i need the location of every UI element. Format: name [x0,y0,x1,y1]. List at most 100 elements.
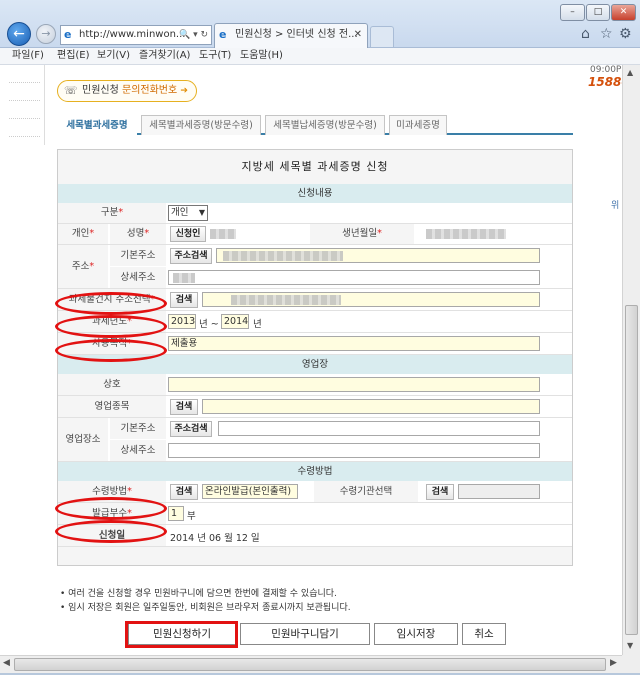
arrow-right-icon: ➔ [180,86,188,96]
notice-item: • 여러 건을 신청할 경우 민원바구니에 담으면 한번에 결제할 수 있습니다… [60,589,337,599]
receive-method-input[interactable]: 온라인발급(본인출력) [202,484,298,499]
receive-office-search-button[interactable]: 검색 [426,484,454,500]
cancel-button[interactable]: 취소 [462,623,506,645]
scroll-up-icon[interactable]: ▲ [627,68,633,77]
favorites-star-icon[interactable]: ☆ [600,26,613,42]
forward-button[interactable]: → [36,24,56,44]
detail-address-label: 상세주소 [110,267,166,288]
notice-item: • 임시 저장은 회원은 일주일동안, 비회원은 브라우저 종료시까지 보관됩니… [60,603,351,613]
row-tax-object: 과세물건지 주소선택* 검색 [58,289,572,311]
basic-address-label: 기본주소 [110,245,166,266]
year-suffix: 년 [253,319,262,330]
menu-favorites[interactable]: 즐겨찾기(A) [139,48,190,64]
business-address-search-button[interactable]: 주소검색 [170,421,212,437]
close-window-button[interactable]: ✕ [611,4,636,21]
row-business-name: 상호 [58,374,572,396]
tax-object-label: 과세물건지 주소선택* [58,289,166,310]
business-basic-address-input[interactable] [218,421,540,436]
back-button[interactable]: ← [7,22,31,46]
applicant-button[interactable]: 신청인 [170,226,206,242]
row-business-place: 영업장소 기본주소 주소검색 상세주소 [58,418,572,462]
receive-method-search-button[interactable]: 검색 [170,484,198,500]
basic-address-input[interactable] [216,248,540,263]
tab-tax-cert[interactable]: 세목별과세증명 [57,115,137,135]
menu-bar: 파일(F) 편집(E) 보기(V) 즐겨찾기(A) 도구(T) 도움말(H) [0,48,640,65]
notice-list: • 여러 건을 신청할 경우 민원바구니에 담으면 한번에 결제할 수 있습니다… [60,587,576,615]
receive-office-input[interactable] [458,484,540,499]
copies-label: 발급부수* [58,503,166,524]
tax-year-label: 과세년도* [58,311,166,332]
category-select[interactable]: 개인 ▼ [168,205,208,221]
year-to-input[interactable]: 2014 [221,314,249,329]
callcenter-banner[interactable]: ☏ 민원신청 문의전화번호 ➔ [57,80,197,102]
tax-object-search-button[interactable]: 검색 [170,292,198,308]
business-type-search-button[interactable]: 검색 [170,399,198,415]
menu-tools[interactable]: 도구(T) [199,48,231,64]
maximize-button[interactable]: □ [586,4,610,21]
forward-arrow-icon: → [41,27,51,40]
row-business-type: 영업종목 검색 [58,396,572,418]
phone-icon: ☏ [64,84,78,97]
business-name-input[interactable] [168,377,540,392]
address-search-button[interactable]: 주소검색 [170,248,212,264]
new-tab-button[interactable] [370,26,394,47]
application-form: 지방세 세목별 과세증명 신청 신청내용 구분* 개인 ▼ 개인* 성명* 신청인… [57,149,573,566]
year-separator: 년 ~ [199,319,219,330]
scroll-down-icon[interactable]: ▼ [627,641,633,650]
birthdate-value-redacted [426,229,506,239]
menu-edit[interactable]: 편집(E) [57,48,90,64]
business-name-label: 상호 [58,374,166,395]
copies-suffix: 부 [187,511,196,522]
annotation-box-apply [125,621,238,648]
purpose-label: 사용목적* [58,333,166,354]
tab-tax-cert-visit[interactable]: 세목별과세증명(방문수령) [141,115,261,135]
scrollbar-corner [622,655,640,675]
minimize-button[interactable]: – [560,4,585,21]
menu-help[interactable]: 도움말(H) [240,48,283,64]
vertical-scroll-thumb[interactable] [625,305,638,635]
business-type-input[interactable] [202,399,540,414]
horizontal-scrollbar[interactable]: ◀ ▶ [0,655,622,673]
copies-input[interactable]: 1 [168,506,184,521]
row-category: 구분* 개인 ▼ [58,203,572,224]
tab-close-icon[interactable]: ✕ [354,24,362,46]
tab-taxpaid-cert-visit[interactable]: 세목별납세증명(방문수령) [265,115,385,135]
add-to-basket-button[interactable]: 민원바구니담기 [240,623,370,645]
year-from-input[interactable]: 2013 [168,314,196,329]
receive-method-label: 수령방법* [58,481,166,502]
right-ad-phone: 1588- [588,75,622,89]
section-business: 영업장 [58,355,572,374]
business-type-label: 영업종목 [58,396,166,417]
right-side-fragment: 위 [611,201,620,211]
cert-tabs: 세목별과세증명 세목별과세증명(방문수령) 세목별납세증명(방문수령) 미과세증… [57,115,573,135]
scroll-left-icon[interactable]: ◀ [3,658,10,668]
row-purpose: 사용목적* 제출용 [58,333,572,355]
purpose-input[interactable]: 제출용 [168,336,540,351]
home-icon[interactable]: ⌂ [581,26,590,42]
menu-file[interactable]: 파일(F) [12,48,44,64]
address-url: http://www.minwon.... [79,29,189,40]
temp-save-button[interactable]: 임시저장 [374,623,458,645]
detail-address-input[interactable] [168,270,540,285]
scroll-right-icon[interactable]: ▶ [610,658,617,668]
page-viewport: 09:00PM 1588- 위 ☏ 민원신청 문의전화번호 ➔ 세목별과세증명 … [0,65,622,655]
address-controls[interactable]: 🔍 ▾ ↻ [179,26,208,44]
address-bar[interactable]: e http://www.minwon.... 🔍 ▾ ↻ [60,25,212,45]
browser-tab-active[interactable]: e 민원신청 > 인터넷 신청 전... ✕ [214,23,368,48]
tax-object-input[interactable] [202,292,540,307]
tab-nontax-cert[interactable]: 미과세증명 [389,115,447,135]
name-value-redacted [210,229,236,239]
row-address: 주소* 기본주소 주소검색 상세주소 [58,245,572,289]
vertical-scrollbar[interactable]: ▲ ▼ [622,65,640,655]
browser-titlebar: – □ ✕ ← → e http://www.minwon.... 🔍 ▾ ↻ … [0,0,640,48]
horizontal-scroll-thumb[interactable] [14,658,606,671]
birthdate-label: 생년월일* [310,224,414,244]
business-place-label: 영업장소 [58,418,108,461]
menu-view[interactable]: 보기(V) [97,48,130,64]
row-copies: 발급부수* 1 부 [58,503,572,525]
settings-gear-icon[interactable]: ⚙ [619,26,632,42]
business-detail-address-input[interactable] [168,443,540,458]
section-receive: 수령방법 [58,462,572,481]
banner-highlight: 문의전화번호 [122,85,178,96]
left-sidebar-fragment [5,65,45,145]
